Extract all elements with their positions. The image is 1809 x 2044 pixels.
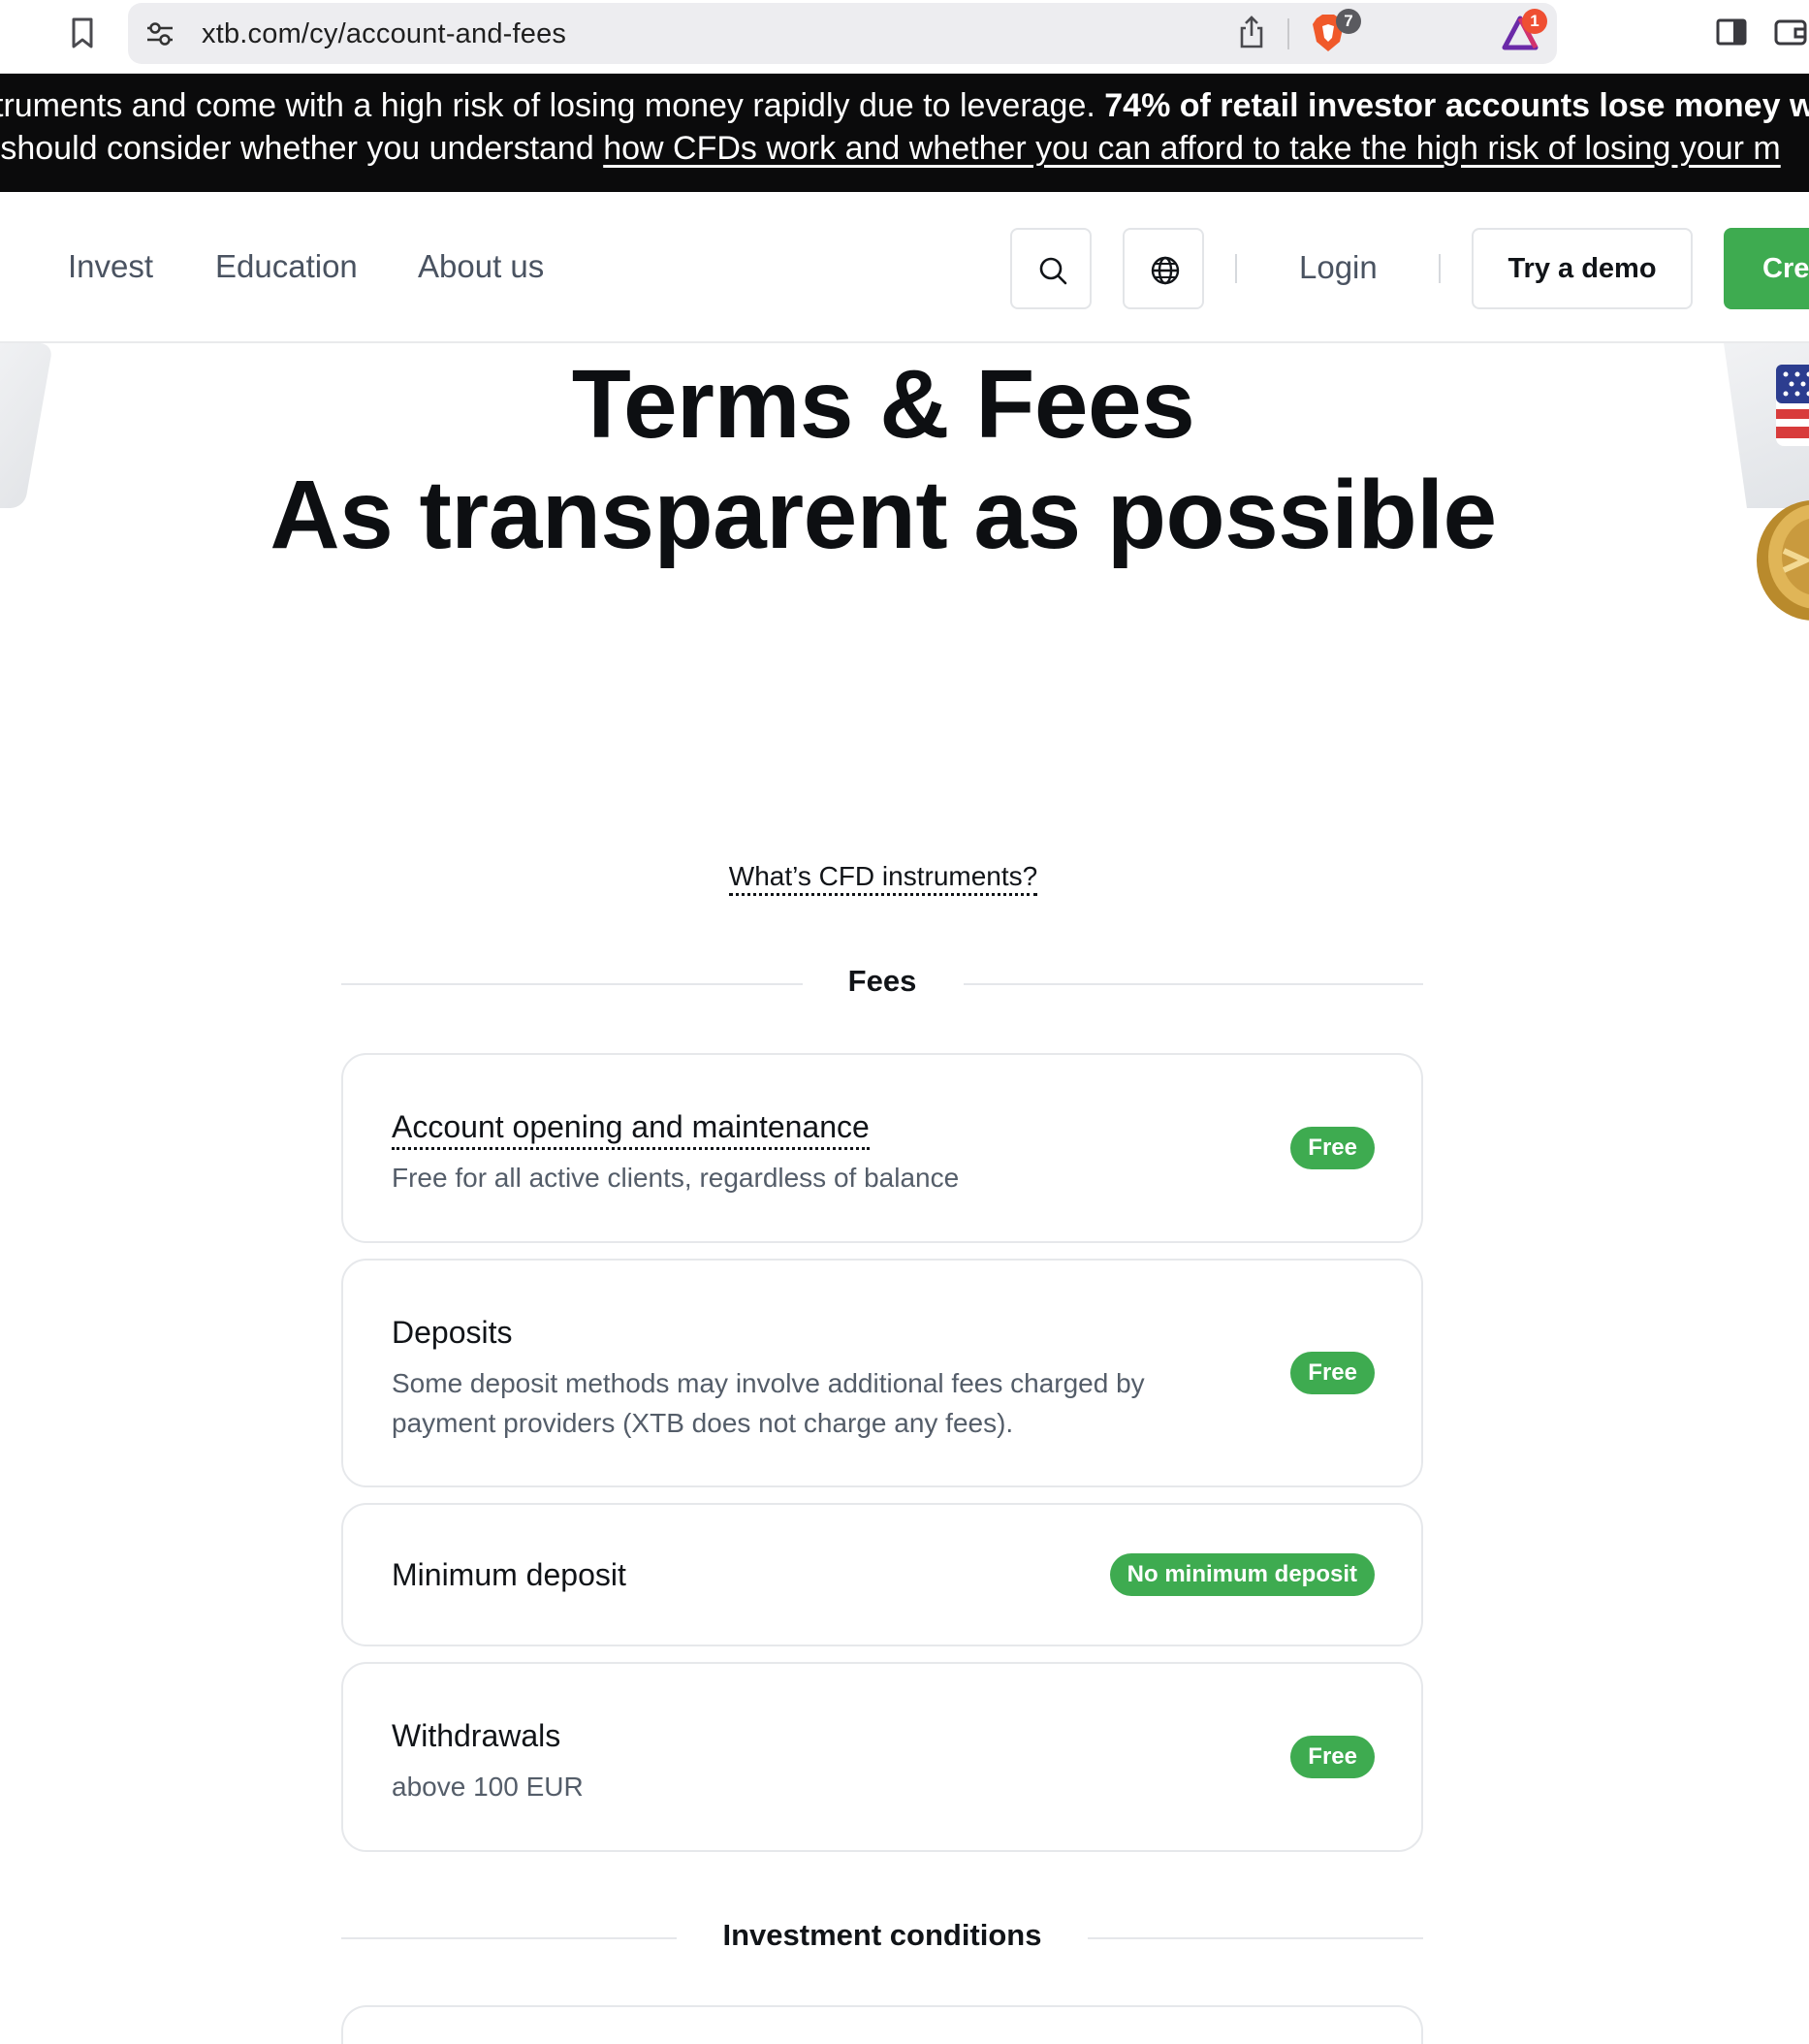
fee-status-badge: Free: [1290, 1127, 1375, 1169]
create-account-button[interactable]: Crea: [1724, 228, 1809, 309]
fee-card-title: Withdrawals: [392, 1718, 560, 1754]
fee-card-description: Free for all active clients, regardless …: [392, 1158, 1187, 1198]
nav-item-education[interactable]: Education: [215, 248, 358, 285]
heading-rule: [1088, 1937, 1423, 1939]
wallet-icon[interactable]: [1774, 17, 1809, 47]
investment-card: [341, 2005, 1423, 2044]
site-navigation: Invest Education About us Login Try a de…: [0, 192, 1809, 343]
fee-card-withdrawals: Withdrawals above 100 EUR Free: [341, 1662, 1423, 1852]
nav-item-about-us[interactable]: About us: [418, 248, 544, 285]
try-demo-button[interactable]: Try a demo: [1472, 228, 1693, 309]
investment-conditions-heading: Investment conditions: [341, 1918, 1423, 1957]
cfd-info-link[interactable]: What’s CFD instruments?: [729, 861, 1037, 896]
language-button[interactable]: [1123, 228, 1204, 309]
address-bar[interactable]: xtb.com/cy/account-and-fees 7 1: [128, 3, 1557, 64]
sidebar-icon[interactable]: [1716, 17, 1747, 47]
fee-card-description: above 100 EUR: [392, 1767, 1187, 1806]
fee-status-badge: No minimum deposit: [1110, 1553, 1375, 1596]
cfd-info-link-container: What’s CFD instruments?: [0, 861, 1766, 892]
fee-card-title: Minimum deposit: [392, 1557, 626, 1593]
url-text[interactable]: xtb.com/cy/account-and-fees: [202, 18, 566, 50]
risk-warning-banner: truments and come with a high risk of lo…: [0, 74, 1809, 192]
fees-section-heading: Fees: [341, 964, 1423, 1003]
browser-toolbar: xtb.com/cy/account-and-fees 7 1: [0, 0, 1809, 74]
bookmark-icon[interactable]: [68, 16, 97, 49]
nav-divider: [1439, 254, 1441, 283]
login-link[interactable]: Login: [1299, 249, 1378, 286]
us-flag-icon: [1776, 365, 1809, 446]
cfd-risk-link[interactable]: how CFDs work and whether you can afford…: [603, 130, 1781, 167]
risk-warning-text-2: u should consider whether you understand: [0, 130, 603, 167]
fee-card-description: Some deposit methods may involve additio…: [392, 1363, 1187, 1443]
site-settings-icon[interactable]: [145, 20, 175, 48]
fee-status-badge: Free: [1290, 1736, 1375, 1778]
share-icon[interactable]: [1237, 15, 1266, 49]
risk-warning-text: truments and come with a high risk of lo…: [0, 87, 1104, 124]
risk-warning-line2: u should consider whether you understand…: [0, 130, 1781, 168]
nav-divider: [1235, 254, 1237, 283]
section-title: Investment conditions: [341, 1918, 1423, 1953]
fee-card-title: Deposits: [392, 1315, 513, 1351]
search-button[interactable]: [1010, 228, 1092, 309]
shields-count-badge: 7: [1336, 9, 1361, 34]
search-icon: [1036, 254, 1069, 287]
fee-card-title[interactable]: Account opening and maintenance: [392, 1109, 870, 1150]
hero-title: Terms & Fees: [0, 349, 1766, 461]
globe-icon: [1149, 254, 1182, 287]
risk-warning-percentage: 74% of retail investor accounts lose mon…: [1104, 87, 1809, 124]
fee-card-minimum-deposit: Minimum deposit No minimum deposit: [341, 1503, 1423, 1646]
heading-rule: [964, 983, 1423, 985]
nav-item-invest[interactable]: Invest: [68, 248, 153, 285]
address-bar-divider: [1287, 18, 1289, 49]
fee-card-deposits: Deposits Some deposit methods may involv…: [341, 1259, 1423, 1487]
risk-warning-line1: truments and come with a high risk of lo…: [0, 87, 1809, 125]
rewards-count-badge: 1: [1522, 9, 1547, 34]
fee-status-badge: Free: [1290, 1352, 1375, 1394]
hero-subtitle: As transparent as possible: [0, 460, 1766, 571]
fee-card-account-opening: Account opening and maintenance Free for…: [341, 1053, 1423, 1243]
section-title: Fees: [341, 964, 1423, 999]
